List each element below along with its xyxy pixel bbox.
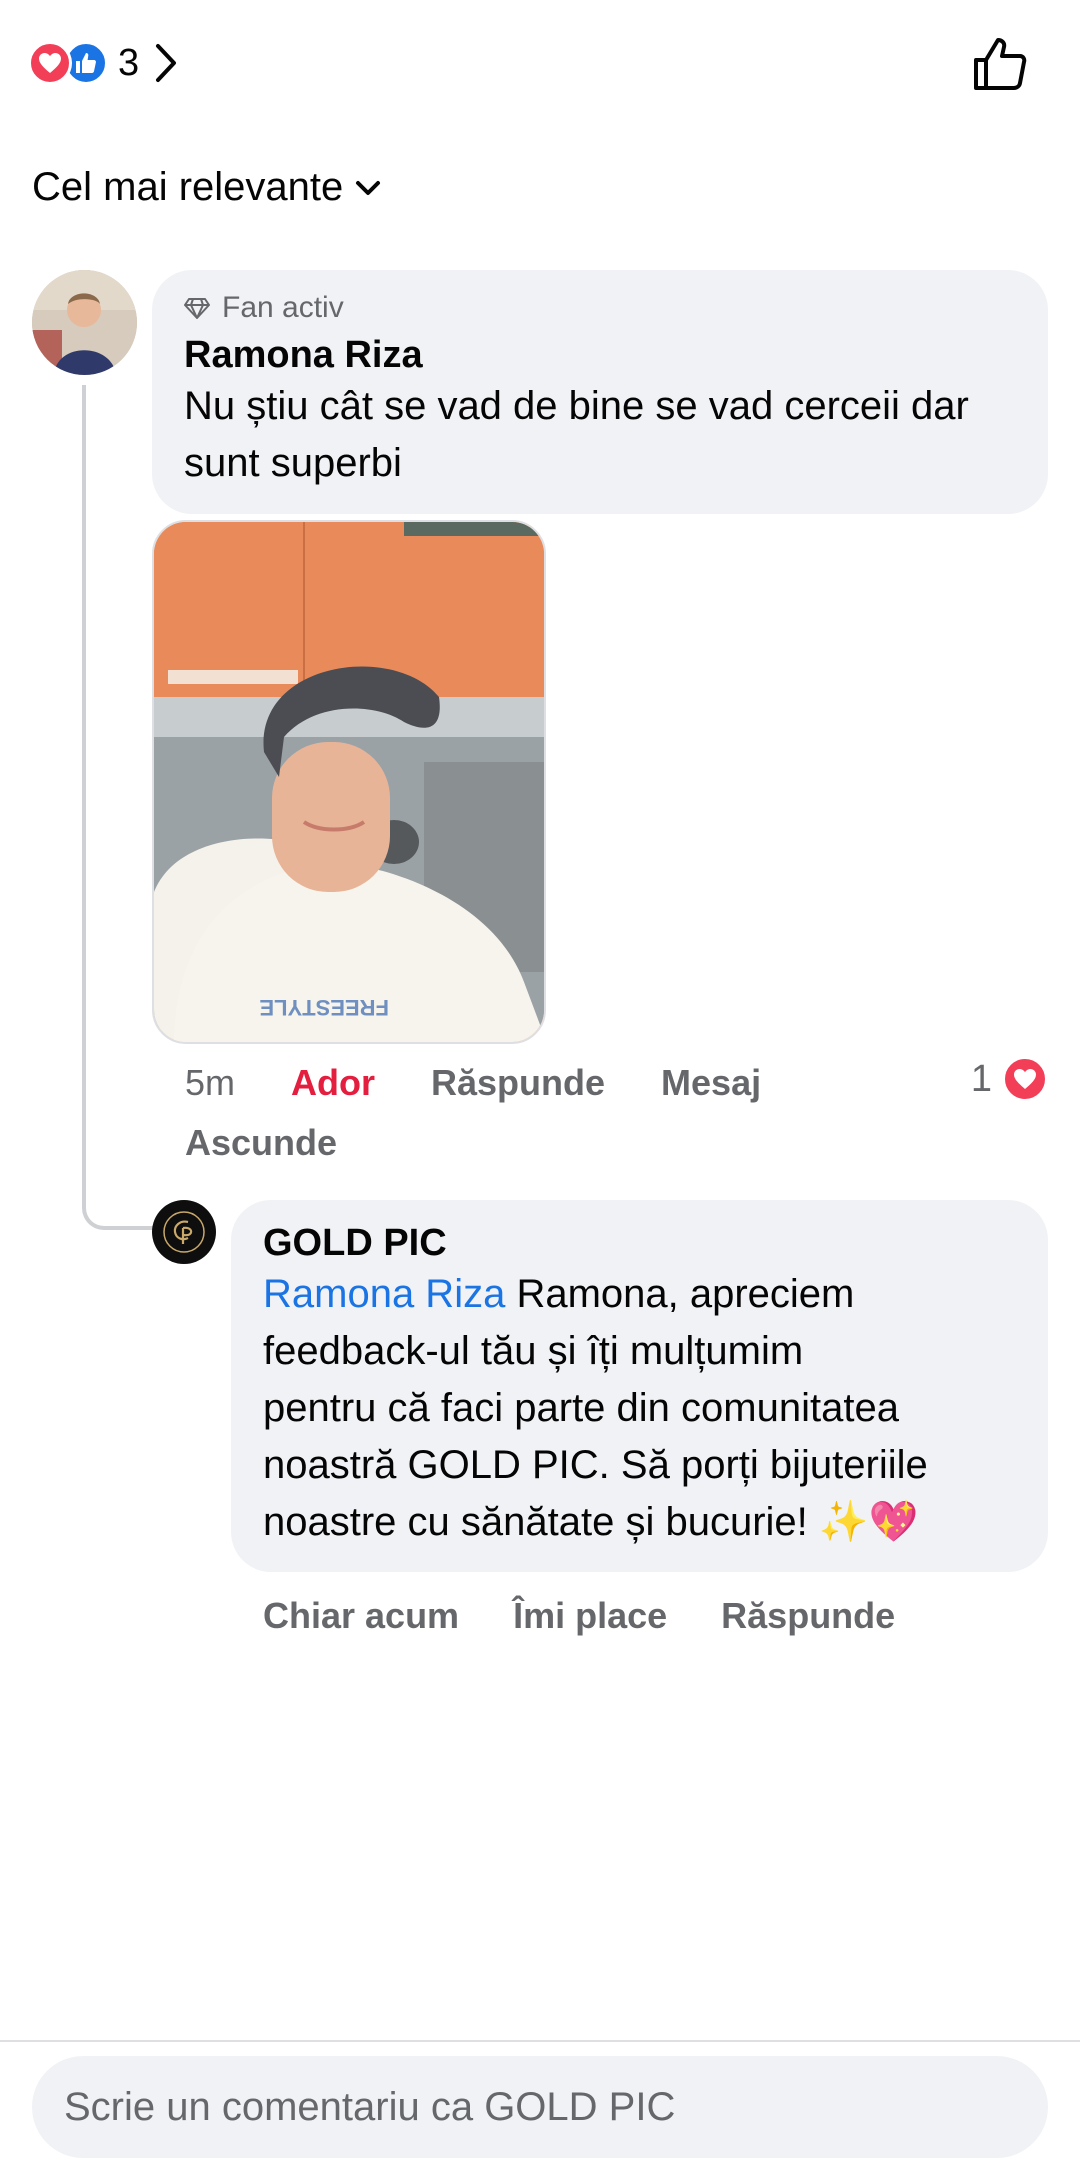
- reply-text-line: Ramona, apreciem: [505, 1272, 855, 1316]
- reaction-summary[interactable]: 3: [28, 38, 177, 88]
- divider: [0, 2040, 1080, 2042]
- sort-dropdown[interactable]: Cel mai relevante: [32, 165, 381, 210]
- chevron-down-icon: [356, 180, 381, 195]
- reply-button[interactable]: Răspunde: [721, 1595, 895, 1637]
- reply-text-line: noastre cu sănătate și bucurie! ✨💖: [263, 1500, 919, 1544]
- comment-actions: 5m Ador Răspunde Mesaj: [185, 1062, 817, 1104]
- gold-pic-logo-icon: [154, 1202, 214, 1262]
- comment-photo[interactable]: FREESTYLE: [152, 520, 546, 1044]
- reply-button[interactable]: Răspunde: [431, 1062, 605, 1104]
- mention-link[interactable]: Ramona Riza: [263, 1272, 505, 1316]
- badge-label: Fan activ: [222, 291, 344, 324]
- comment-input[interactable]: Scrie un comentariu ca GOLD PIC: [32, 2056, 1048, 2158]
- reply-text-line: feedback-ul tău și îți mulțumim: [263, 1329, 804, 1373]
- comment-timestamp[interactable]: 5m: [185, 1062, 235, 1104]
- comment-bubble: Fan activ Ramona Riza Nu știu cât se vad…: [152, 270, 1048, 514]
- comment-reaction-count[interactable]: 1: [971, 1056, 1048, 1102]
- reaction-count: 3: [118, 41, 140, 84]
- sort-label: Cel mai relevante: [32, 165, 344, 209]
- reactions-header: 3: [0, 0, 1080, 130]
- heart-icon: [1002, 1056, 1048, 1102]
- reply-bubble: GOLD PIC Ramona Riza Ramona, apreciem fee…: [231, 1200, 1048, 1572]
- thread-connector: [82, 385, 156, 1230]
- comment-input-placeholder: Scrie un comentariu ca GOLD PIC: [64, 2084, 676, 2129]
- comment-author[interactable]: Ramona Riza: [184, 332, 1016, 378]
- hide-button[interactable]: Ascunde: [185, 1122, 337, 1164]
- diamond-icon: [184, 298, 210, 319]
- heart-icon: [28, 41, 72, 85]
- react-button[interactable]: Ador: [291, 1062, 375, 1104]
- reply-actions: Chiar acum Îmi place Răspunde: [263, 1595, 949, 1637]
- avatar[interactable]: [152, 1200, 216, 1264]
- like-button[interactable]: Îmi place: [513, 1595, 667, 1637]
- chevron-right-icon: [156, 44, 177, 82]
- reply-text-line: pentru că faci parte din comunitatea: [263, 1386, 899, 1430]
- reaction-count: 1: [970, 1057, 992, 1100]
- reply-text: Ramona Riza Ramona, apreciem feedback-ul …: [263, 1266, 1016, 1551]
- reply-text-line: noastră GOLD PIC. Să porți bijuteriile: [263, 1443, 928, 1487]
- fan-badge: Fan activ: [184, 290, 1016, 326]
- reply-timestamp[interactable]: Chiar acum: [263, 1595, 459, 1637]
- comment-text: Nu știu cât se vad de bine se vad cercei…: [184, 384, 969, 485]
- thumbs-up-icon[interactable]: [970, 34, 1030, 94]
- message-button[interactable]: Mesaj: [661, 1062, 761, 1104]
- svg-text:FREESTYLE: FREESTYLE: [259, 995, 389, 1020]
- reply-author[interactable]: GOLD PIC: [263, 1220, 1016, 1266]
- avatar[interactable]: [32, 270, 137, 375]
